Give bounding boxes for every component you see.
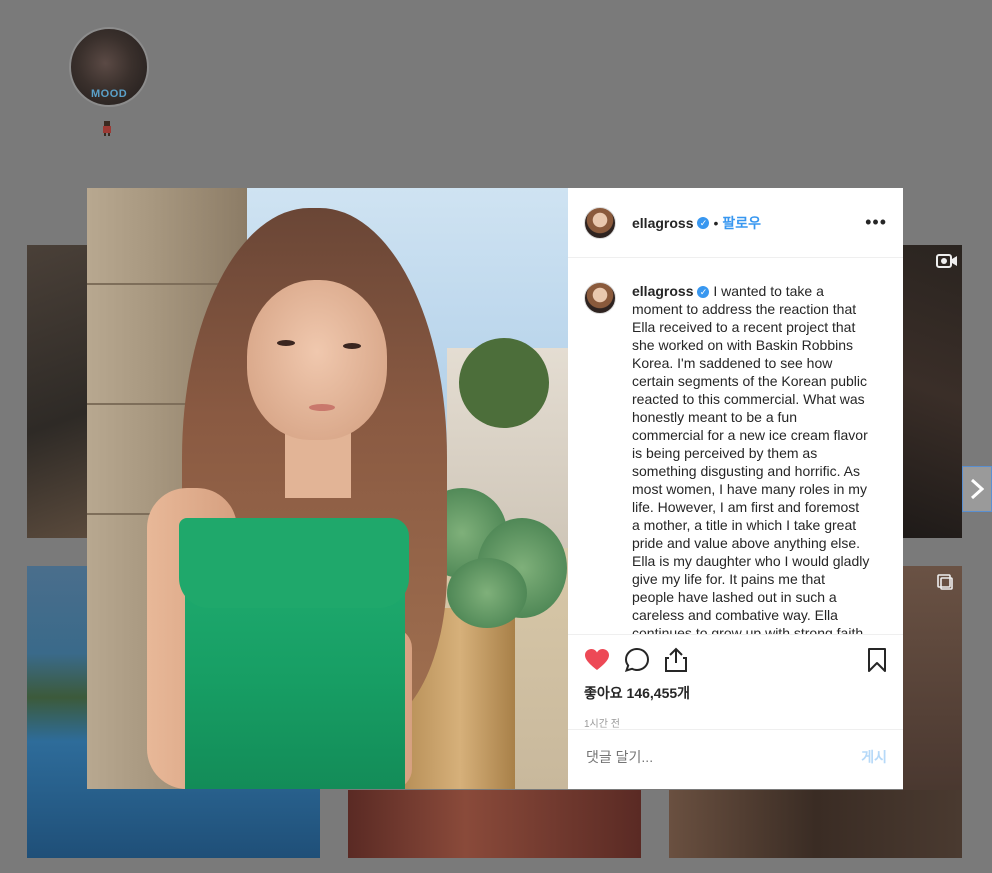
share-icon[interactable]: [664, 647, 688, 673]
post-comment-button[interactable]: 게시: [861, 747, 887, 767]
caption-body: I wanted to take a moment to address the…: [632, 283, 870, 634]
verified-badge-icon: ✓: [697, 216, 710, 229]
post-timestamp[interactable]: 1시간 전: [584, 715, 887, 730]
next-post-button[interactable]: [962, 466, 992, 512]
grid-post-thumbnail[interactable]: [903, 245, 962, 538]
photo-mouth: [309, 404, 335, 411]
bookmark-icon[interactable]: [867, 647, 887, 673]
verified-badge-icon: ✓: [697, 286, 710, 299]
grid-post-thumbnail[interactable]: [669, 790, 962, 858]
post-photo[interactable]: [87, 188, 568, 789]
follow-button[interactable]: 팔로우: [722, 213, 761, 233]
grid-post-thumbnail[interactable]: [903, 566, 962, 790]
photo-tree: [459, 338, 549, 428]
background-profile-avatar: MOOD: [69, 27, 149, 107]
post-header: ellagross ✓ • 팔로우 •••: [568, 188, 903, 259]
person-emoji-icon: [103, 121, 111, 136]
author-avatar[interactable]: [584, 206, 616, 239]
profile-badge-text: MOOD: [91, 88, 128, 100]
caption-text-block: ellagross ✓ I wanted to take a moment to …: [632, 282, 870, 634]
likes-count[interactable]: 좋아요 146,455개: [584, 683, 887, 703]
photo-eye: [343, 343, 361, 349]
photo-succulent: [447, 558, 527, 628]
comment-icon[interactable]: [624, 647, 650, 673]
separator-dot: •: [713, 214, 719, 231]
post-modal: ellagross ✓ • 팔로우 ••• ellagross ✓ I wante…: [87, 188, 903, 789]
caption-username[interactable]: ellagross: [632, 283, 693, 299]
photo-dress-ruffle: [179, 518, 409, 608]
caption-author-avatar[interactable]: [584, 282, 616, 315]
more-options-button[interactable]: •••: [865, 212, 887, 233]
comment-input[interactable]: [584, 747, 862, 766]
caption-section[interactable]: ellagross ✓ I wanted to take a moment to …: [568, 258, 903, 634]
photo-eye: [277, 340, 295, 346]
grid-post-thumbnail[interactable]: [348, 790, 641, 858]
photo-face: [247, 280, 387, 440]
post-sidebar: ellagross ✓ • 팔로우 ••• ellagross ✓ I wante…: [568, 188, 903, 789]
author-username[interactable]: ellagross: [632, 215, 693, 231]
comment-form: 게시: [568, 728, 903, 784]
grid-post-thumbnail[interactable]: [27, 245, 87, 538]
video-icon: [936, 254, 957, 268]
post-actions: 좋아요 146,455개 1시간 전 게시: [568, 633, 903, 789]
chevron-right-icon: [970, 478, 984, 500]
multiple-posts-icon: [937, 574, 953, 590]
heart-icon[interactable]: [584, 648, 610, 672]
